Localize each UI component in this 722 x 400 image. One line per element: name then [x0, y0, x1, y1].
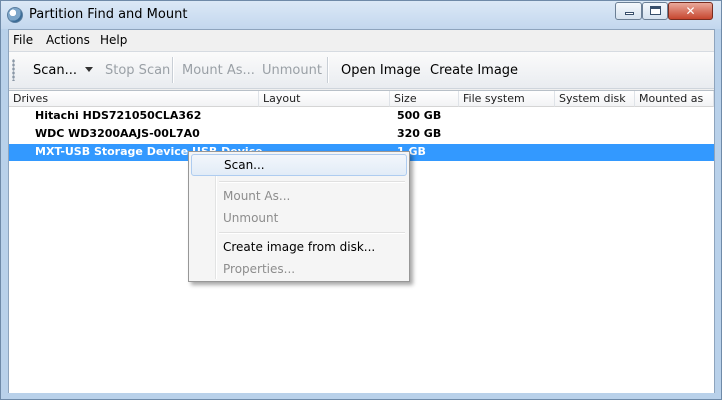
close-icon: ✕: [685, 4, 696, 18]
close-button[interactable]: ✕: [668, 2, 713, 20]
toolbar: Scan... Stop Scan Mount As... Unmount Op…: [9, 51, 714, 89]
column-header-file-system[interactable]: File system: [459, 91, 555, 107]
maximize-button[interactable]: [642, 2, 668, 20]
column-header-size[interactable]: Size: [390, 91, 459, 107]
open-image-button[interactable]: Open Image: [341, 63, 421, 78]
window-title: Partition Find and Mount: [29, 7, 188, 22]
scan-button[interactable]: Scan...: [33, 63, 77, 78]
column-header-system-disk[interactable]: System disk: [555, 91, 635, 107]
context-scan-label: Scan...: [224, 158, 265, 172]
column-header-mounted-as[interactable]: Mounted as: [635, 91, 714, 107]
context-menu: Scan... Mount As... Unmount Create image…: [188, 151, 410, 282]
context-create-image[interactable]: Create image from disk...: [191, 236, 407, 258]
table-row[interactable]: WDC WD3200AAJS-00L7A0 320 GB: [9, 126, 714, 143]
stop-scan-button[interactable]: Stop Scan: [105, 63, 170, 78]
menu-file[interactable]: File: [13, 33, 33, 47]
context-unmount[interactable]: Unmount: [191, 207, 407, 229]
context-create-image-label: Create image from disk...: [223, 240, 376, 254]
context-separator: [219, 181, 405, 183]
context-mount-as[interactable]: Mount As...: [191, 185, 407, 207]
context-separator: [219, 232, 405, 234]
maximize-icon: [650, 6, 661, 15]
minimize-icon: [625, 12, 634, 15]
toolbar-grip[interactable]: [12, 59, 15, 81]
minimize-button[interactable]: [615, 2, 642, 20]
chevron-down-icon[interactable]: [85, 67, 93, 72]
drive-name: Hitachi HDS721050CLA362: [35, 109, 202, 122]
unmount-button[interactable]: Unmount: [262, 63, 322, 78]
drive-size: 500 GB: [397, 109, 442, 122]
context-unmount-label: Unmount: [223, 211, 279, 225]
title-bar[interactable]: Partition Find and Mount ✕: [1, 1, 721, 29]
context-scan[interactable]: Scan...: [191, 154, 407, 176]
drive-name: WDC WD3200AAJS-00L7A0: [35, 127, 200, 140]
column-header-drives[interactable]: Drives: [9, 91, 259, 107]
context-properties[interactable]: Properties...: [191, 258, 407, 280]
toolbar-separator: [327, 57, 329, 83]
context-mount-as-label: Mount As...: [223, 189, 291, 203]
mount-as-button[interactable]: Mount As...: [182, 63, 255, 78]
column-header-layout[interactable]: Layout: [259, 91, 390, 107]
table-row[interactable]: Hitachi HDS721050CLA362 500 GB: [9, 108, 714, 125]
app-window: Partition Find and Mount ✕ File Actions …: [0, 0, 722, 400]
toolbar-separator: [172, 57, 174, 83]
drive-size: 320 GB: [397, 127, 442, 140]
menu-bar: File Actions Help: [9, 30, 714, 50]
disk-icon: [7, 7, 23, 23]
menu-help[interactable]: Help: [100, 33, 127, 47]
menu-actions[interactable]: Actions: [46, 33, 90, 47]
context-properties-label: Properties...: [223, 262, 296, 276]
create-image-button[interactable]: Create Image: [430, 63, 518, 78]
